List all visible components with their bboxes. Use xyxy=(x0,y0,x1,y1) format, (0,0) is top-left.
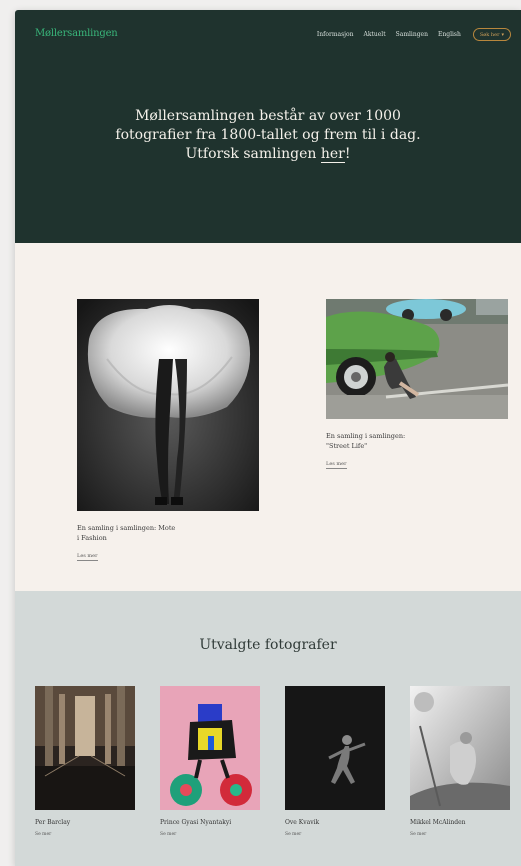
see-more-link[interactable]: Se mer xyxy=(410,832,510,837)
bath-scene-photo-image xyxy=(410,686,510,810)
nav-english[interactable]: English xyxy=(438,31,461,38)
chevron-down-icon: ▾ xyxy=(501,31,504,38)
photographer-name: Prince Gyasi Nyantakyi xyxy=(160,819,232,826)
dancer-photo-image xyxy=(285,686,385,810)
photographer-card[interactable]: Ove Kvavik Se mer xyxy=(285,686,385,837)
caption-line: En samling i samlingen: Mote xyxy=(77,524,176,532)
nav-informasjon[interactable]: Informasjon xyxy=(317,31,354,38)
hero-line-2: fotografier fra 1800-tallet og frem til … xyxy=(115,127,421,143)
caption-line: i Fashion xyxy=(77,534,107,542)
see-more-link[interactable]: Se mer xyxy=(160,832,260,837)
photographer-photo-per-barclay[interactable] xyxy=(35,686,135,810)
photographer-card[interactable]: Prince Gyasi Nyantakyi Se mer xyxy=(160,686,260,837)
hero-section: Møllersamlingen Informasjon Aktuelt Saml… xyxy=(15,10,521,243)
caption-line: En samling i samlingen: xyxy=(326,432,406,440)
browser-page: Møllersamlingen Informasjon Aktuelt Saml… xyxy=(15,10,521,866)
site-logo[interactable]: Møllersamlingen xyxy=(35,28,118,39)
nav-samlingen[interactable]: Samlingen xyxy=(396,31,428,38)
search-button[interactable]: Søk her ▾ xyxy=(472,28,511,41)
photographer-photo-mikkel-mcalinden[interactable] xyxy=(410,686,510,810)
caption-line: "Street Life" xyxy=(326,442,368,450)
hero-line-1: Møllersamlingen består av over 1000 xyxy=(135,108,401,124)
see-more-link[interactable]: Se mer xyxy=(285,832,385,837)
collections-section: En samling i samlingen: Mote i Fashion L… xyxy=(15,243,521,591)
hero-heading: Møllersamlingen består av over 1000 foto… xyxy=(75,107,461,164)
section-title: Utvalgte fotografer xyxy=(199,637,337,653)
photographer-card[interactable]: Mikkel McAlinden Se mer xyxy=(410,686,510,837)
photographer-photo-ove-kvavik[interactable] xyxy=(285,686,385,810)
collection-photo-street-life[interactable] xyxy=(326,299,508,419)
fashion-photo-image xyxy=(77,299,259,511)
hallway-photo-image xyxy=(35,686,135,810)
explore-link[interactable]: her xyxy=(320,146,345,163)
collection-caption-street-life: En samling i samlingen: "Street Life" xyxy=(326,431,486,451)
see-more-link[interactable]: Se mer xyxy=(35,832,135,837)
featured-photographers-section: Utvalgte fotografer Per Barclay Se mer P… xyxy=(15,591,521,866)
main-nav: Informasjon Aktuelt Samlingen English Sø… xyxy=(307,28,511,41)
nav-aktuelt[interactable]: Aktuelt xyxy=(364,31,386,38)
read-more-link-street-life[interactable]: Les mer xyxy=(326,461,347,469)
collection-photo-fashion[interactable] xyxy=(77,299,259,511)
photographer-card[interactable]: Per Barclay Se mer xyxy=(35,686,135,837)
photographer-photo-prince-gyasi[interactable] xyxy=(160,686,260,810)
hero-line-3-suffix: ! xyxy=(344,146,351,162)
photographer-name: Per Barclay xyxy=(35,819,71,826)
colorful-figure-photo-image xyxy=(160,686,260,810)
collection-caption-fashion: En samling i samlingen: Mote i Fashion xyxy=(77,523,227,543)
hero-line-3-prefix: Utforsk samlingen xyxy=(185,146,321,162)
hero-line-3: Utforsk samlingen her! xyxy=(75,145,461,164)
read-more-link-fashion[interactable]: Les mer xyxy=(77,553,98,561)
photographer-name: Mikkel McAlinden xyxy=(410,819,466,826)
street-photo-image xyxy=(326,299,508,419)
search-label: Søk her xyxy=(479,31,500,38)
photographer-name: Ove Kvavik xyxy=(285,819,320,826)
